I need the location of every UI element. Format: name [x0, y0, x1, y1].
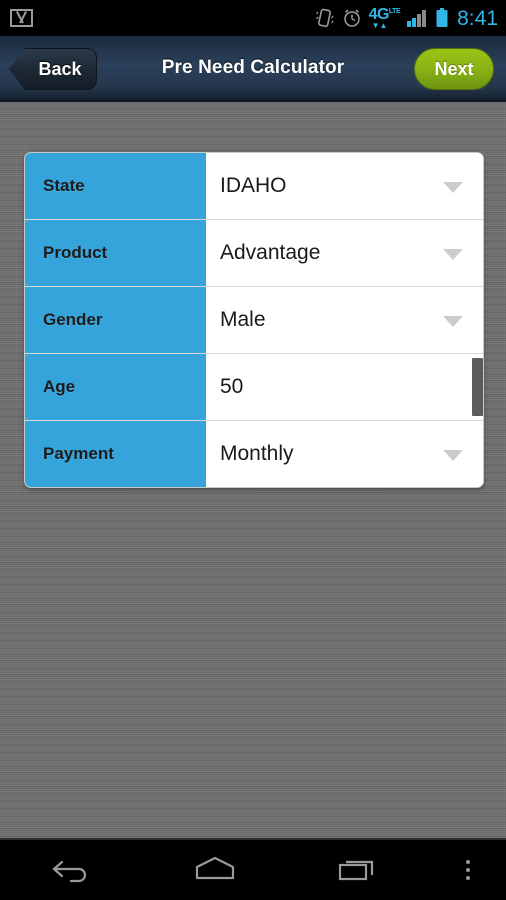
chevron-down-icon[interactable] — [443, 249, 463, 260]
value-cell-payment[interactable]: Monthly — [206, 421, 483, 487]
value-state: IDAHO — [220, 174, 287, 197]
overflow-menu-icon — [465, 860, 470, 880]
age-scrollbar-thumb[interactable] — [472, 358, 483, 416]
label-product: Product — [25, 220, 206, 286]
label-age: Age — [25, 354, 206, 420]
status-bar-clock: 8:41 — [457, 6, 498, 30]
alarm-clock-icon — [342, 8, 362, 28]
device-screen: 4G LTE ▼▲ 8:41 Back Pre Need Calculator … — [0, 0, 506, 900]
next-button[interactable]: Next — [414, 48, 494, 90]
form-row-payment[interactable]: Payment Monthly — [25, 421, 483, 487]
form-row-gender[interactable]: Gender Male — [25, 287, 483, 354]
form-row-product[interactable]: Product Advantage — [25, 220, 483, 287]
form-row-age[interactable]: Age 50 — [25, 354, 483, 421]
status-bar-notifications — [10, 9, 33, 27]
value-gender: Male — [220, 308, 266, 331]
value-cell-product[interactable]: Advantage — [206, 220, 483, 286]
vibrate-icon — [315, 7, 335, 29]
label-state: State — [25, 153, 206, 219]
home-nav-button[interactable] — [143, 840, 286, 900]
chevron-down-icon[interactable] — [443, 450, 463, 461]
recent-apps-nav-icon — [332, 853, 384, 888]
action-bar: Back Pre Need Calculator Next — [0, 36, 506, 102]
signal-bars-icon — [407, 9, 429, 27]
chevron-down-icon[interactable] — [443, 182, 463, 193]
lte-superscript-label: LTE — [388, 8, 401, 15]
value-cell-gender[interactable]: Male — [206, 287, 483, 353]
overflow-menu-button[interactable] — [430, 840, 506, 900]
chevron-down-icon[interactable] — [443, 316, 463, 327]
value-cell-age[interactable]: 50 — [206, 354, 483, 420]
status-bar-system-icons: 4G LTE ▼▲ 8:41 — [315, 6, 498, 30]
label-gender: Gender — [25, 287, 206, 353]
home-nav-icon — [189, 853, 241, 888]
system-navigation-bar — [0, 838, 506, 900]
4g-lte-icon: 4G LTE ▼▲ — [369, 7, 401, 30]
data-activity-arrows-icon: ▼▲ — [371, 21, 388, 30]
content-area: State IDAHO Product Advantage Gender Mal… — [0, 104, 506, 838]
value-payment: Monthly — [220, 442, 294, 465]
status-bar: 4G LTE ▼▲ 8:41 — [0, 0, 506, 36]
recent-apps-nav-button[interactable] — [287, 840, 430, 900]
back-nav-icon — [49, 853, 95, 888]
value-age: 50 — [220, 375, 244, 398]
battery-icon — [436, 8, 448, 28]
value-product: Advantage — [220, 241, 321, 264]
form-row-state[interactable]: State IDAHO — [25, 153, 483, 220]
label-payment: Payment — [25, 421, 206, 487]
gmail-icon — [10, 9, 33, 27]
back-nav-button[interactable] — [0, 840, 143, 900]
value-cell-state[interactable]: IDAHO — [206, 153, 483, 219]
calculator-form-card: State IDAHO Product Advantage Gender Mal… — [24, 152, 484, 488]
